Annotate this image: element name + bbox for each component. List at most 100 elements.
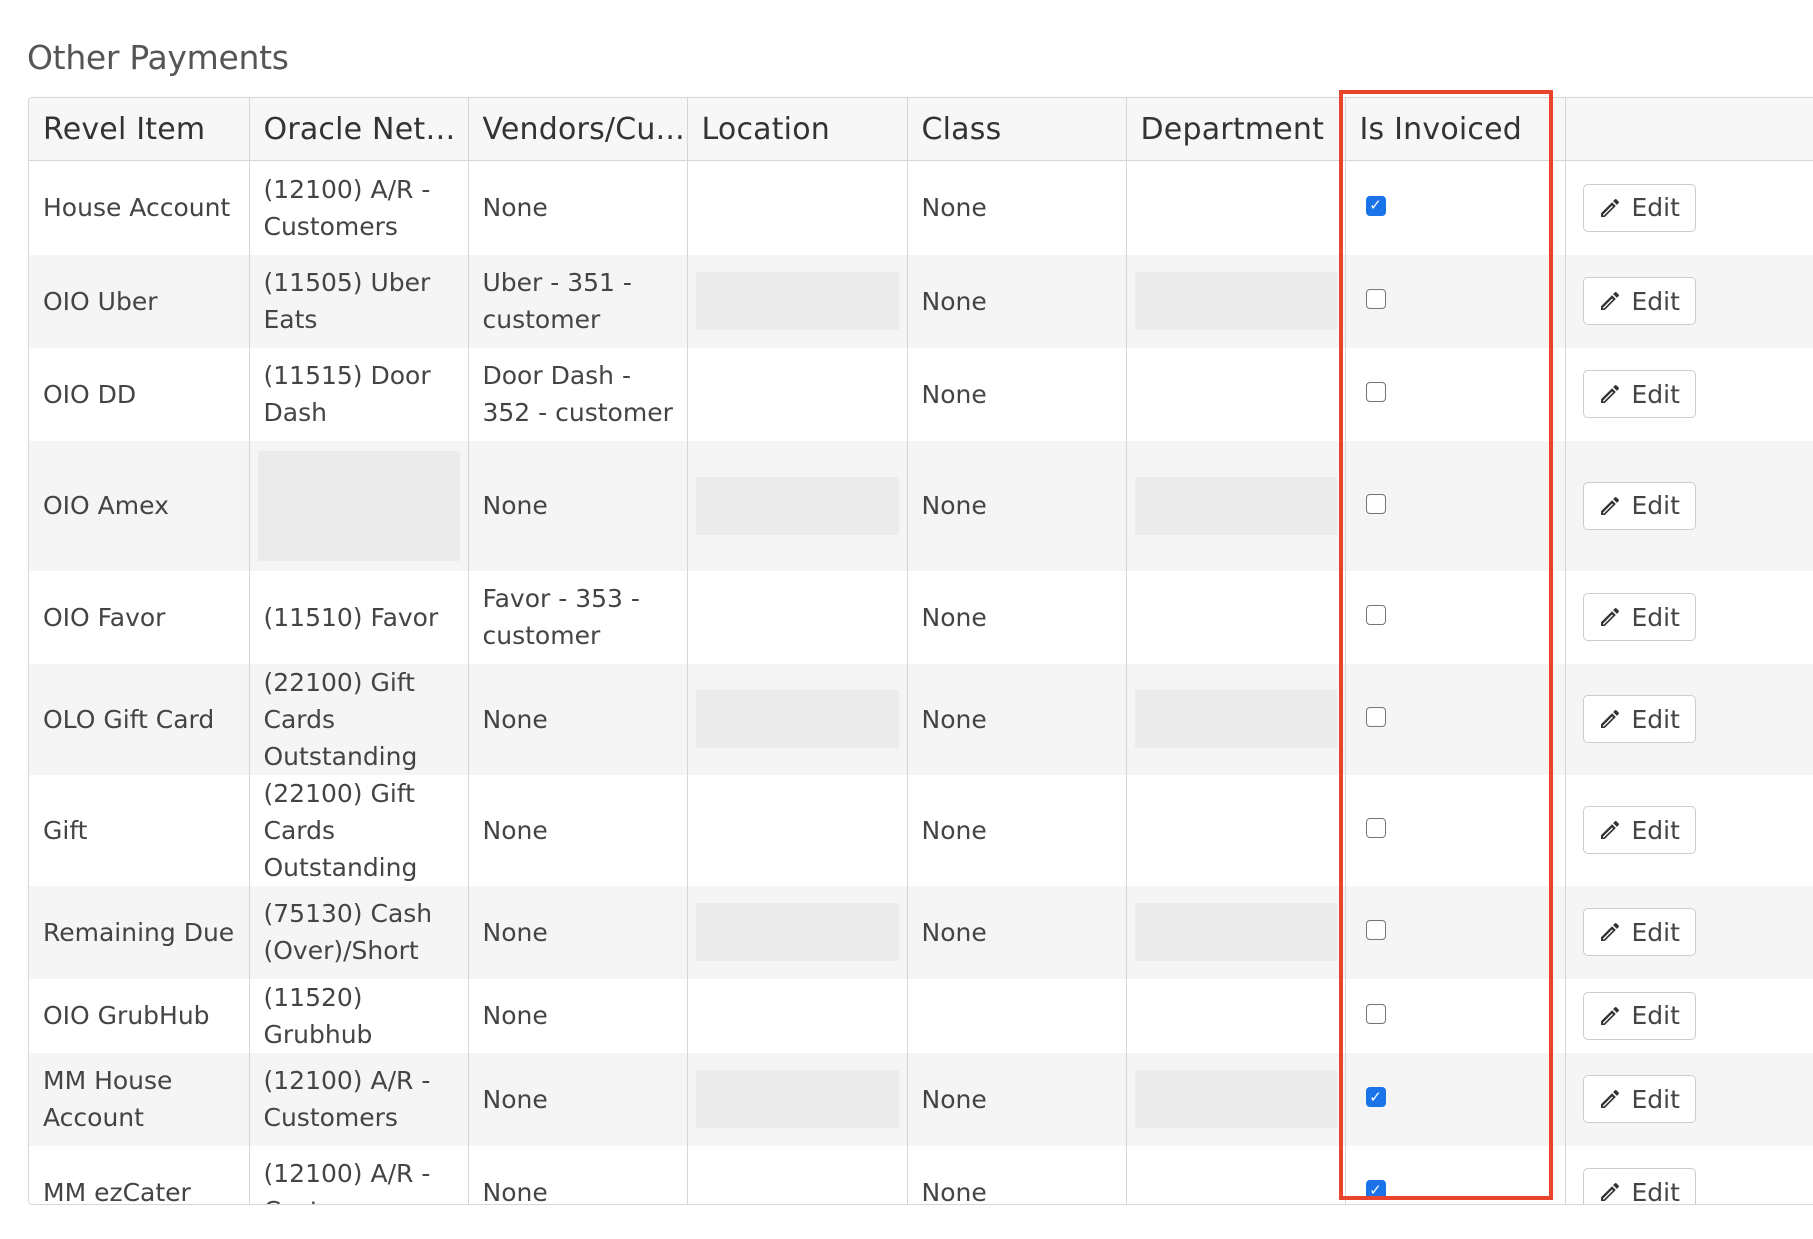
cell-actions: Edit bbox=[1565, 885, 1813, 979]
edit-button-label: Edit bbox=[1631, 815, 1680, 845]
cell-is-invoiced: ✓ bbox=[1345, 570, 1566, 664]
edit-button[interactable]: Edit bbox=[1582, 481, 1696, 530]
column-header-vendors-customers[interactable]: Vendors/Cu... bbox=[468, 98, 688, 161]
cell-class: None bbox=[907, 440, 1127, 571]
section-title: Other Payments bbox=[27, 38, 289, 77]
table-row: OLO Gift Card (22100) Gift Cards Outstand… bbox=[29, 663, 1813, 775]
pencil-icon bbox=[1600, 1089, 1619, 1108]
table-row: OIO Favor (11510) Favor Favor - 353 - cust… bbox=[29, 570, 1813, 664]
edit-button-label: Edit bbox=[1631, 491, 1680, 520]
is-invoiced-checkbox[interactable]: ✓ bbox=[1365, 707, 1386, 727]
loading-placeholder bbox=[695, 690, 899, 748]
cell-department bbox=[1126, 160, 1346, 255]
loading-placeholder bbox=[1134, 903, 1337, 961]
pencil-icon bbox=[1600, 922, 1619, 941]
cell-oracle-account: (11520) Grubhub bbox=[249, 978, 469, 1053]
cell-department bbox=[1126, 1052, 1346, 1146]
is-invoiced-checkbox[interactable]: ✓ bbox=[1365, 605, 1386, 625]
edit-button-label: Edit bbox=[1631, 704, 1680, 734]
is-invoiced-checkbox[interactable]: ✓ bbox=[1365, 382, 1386, 402]
cell-oracle-account: (12100) A/R - Customers bbox=[249, 160, 469, 255]
cell-department bbox=[1126, 663, 1346, 775]
is-invoiced-checkbox[interactable]: ✓ bbox=[1365, 818, 1386, 838]
pencil-icon bbox=[1600, 1182, 1619, 1201]
column-header-revel-item[interactable]: Revel Item bbox=[29, 98, 250, 161]
checkmark-icon: ✓ bbox=[1369, 196, 1382, 215]
cell-class bbox=[907, 978, 1127, 1053]
cell-is-invoiced: ✓ bbox=[1345, 254, 1566, 348]
is-invoiced-checkbox[interactable]: ✓ bbox=[1365, 1087, 1386, 1107]
cell-class: None bbox=[907, 160, 1127, 255]
edit-button[interactable]: Edit bbox=[1582, 1075, 1696, 1123]
edit-button[interactable]: Edit bbox=[1582, 991, 1696, 1040]
cell-vendor: Uber - 351 - customer bbox=[468, 254, 688, 348]
loading-placeholder bbox=[695, 476, 899, 535]
cell-revel-item: Remaining Due bbox=[29, 885, 250, 979]
cell-location bbox=[687, 885, 908, 979]
cell-is-invoiced: ✓ bbox=[1345, 663, 1566, 775]
edit-button[interactable]: Edit bbox=[1582, 183, 1696, 232]
edit-button[interactable]: Edit bbox=[1582, 277, 1696, 325]
cell-revel-item: OIO DD bbox=[29, 347, 250, 441]
pencil-icon bbox=[1600, 291, 1619, 310]
cell-location bbox=[687, 1052, 908, 1146]
cell-actions: Edit bbox=[1565, 663, 1813, 775]
cell-oracle-account: (22100) Gift Cards Outstanding bbox=[249, 774, 469, 886]
cell-is-invoiced: ✓ bbox=[1345, 347, 1566, 441]
edit-button[interactable]: Edit bbox=[1582, 593, 1696, 641]
cell-revel-item: Gift bbox=[29, 774, 250, 886]
column-header-oracle-netsuite[interactable]: Oracle NetS... bbox=[249, 98, 469, 161]
is-invoiced-checkbox[interactable]: ✓ bbox=[1365, 493, 1386, 514]
cell-location bbox=[687, 160, 908, 255]
table-row: OIO Uber (11505) Uber Eats Uber - 351 - cu… bbox=[29, 254, 1813, 348]
table-row: OIO DD (11515) Door Dash Door Dash - 352 -… bbox=[29, 347, 1813, 441]
edit-button[interactable]: Edit bbox=[1582, 695, 1696, 743]
is-invoiced-checkbox[interactable]: ✓ bbox=[1365, 1003, 1386, 1024]
edit-button-label: Edit bbox=[1631, 193, 1680, 223]
edit-button[interactable]: Edit bbox=[1582, 806, 1696, 854]
cell-department bbox=[1126, 885, 1346, 979]
edit-button[interactable]: Edit bbox=[1582, 370, 1696, 418]
cell-class: None bbox=[907, 774, 1127, 886]
cell-department bbox=[1126, 440, 1346, 571]
other-payments-table: Revel Item Oracle NetS... Vendors/Cu... … bbox=[28, 97, 1813, 1205]
cell-class: None bbox=[907, 570, 1127, 664]
is-invoiced-checkbox[interactable]: ✓ bbox=[1365, 195, 1386, 216]
edit-button-label: Edit bbox=[1631, 1001, 1680, 1030]
cell-revel-item: OLO Gift Card bbox=[29, 663, 250, 775]
cell-oracle-account: (75130) Cash (Over)/Short bbox=[249, 885, 469, 979]
loading-placeholder bbox=[695, 272, 899, 330]
column-header-location[interactable]: Location bbox=[687, 98, 908, 161]
edit-button[interactable]: Edit bbox=[1582, 1168, 1696, 1205]
cell-actions: Edit bbox=[1565, 1052, 1813, 1146]
cell-revel-item: OIO GrubHub bbox=[29, 978, 250, 1053]
cell-revel-item: OIO Favor bbox=[29, 570, 250, 664]
cell-department bbox=[1126, 570, 1346, 664]
cell-location bbox=[687, 347, 908, 441]
is-invoiced-checkbox[interactable]: ✓ bbox=[1365, 289, 1386, 309]
cell-actions: Edit bbox=[1565, 440, 1813, 571]
loading-placeholder bbox=[1134, 476, 1337, 535]
cell-is-invoiced: ✓ bbox=[1345, 978, 1566, 1053]
edit-button[interactable]: Edit bbox=[1582, 908, 1696, 956]
cell-location bbox=[687, 440, 908, 571]
table-row: OIO GrubHub(11520) GrubhubNone ✓ Edit bbox=[29, 978, 1813, 1053]
is-invoiced-checkbox[interactable]: ✓ bbox=[1365, 1180, 1386, 1200]
is-invoiced-checkbox[interactable]: ✓ bbox=[1365, 920, 1386, 940]
column-header-class[interactable]: Class bbox=[907, 98, 1127, 161]
cell-is-invoiced: ✓ bbox=[1345, 774, 1566, 886]
cell-location bbox=[687, 663, 908, 775]
column-header-is-invoiced[interactable]: Is Invoiced bbox=[1345, 98, 1566, 161]
loading-placeholder bbox=[695, 1070, 899, 1128]
column-header-department[interactable]: Department bbox=[1126, 98, 1346, 161]
cell-location bbox=[687, 254, 908, 348]
table-row: House Account (12100) A/R - Customers None… bbox=[29, 160, 1813, 255]
loading-placeholder bbox=[1134, 690, 1337, 748]
edit-button-label: Edit bbox=[1631, 1177, 1680, 1205]
cell-revel-item: House Account bbox=[29, 160, 250, 255]
cell-is-invoiced: ✓ bbox=[1345, 1052, 1566, 1146]
cell-class: None bbox=[907, 347, 1127, 441]
edit-button-label: Edit bbox=[1631, 917, 1680, 947]
loading-placeholder bbox=[257, 450, 460, 561]
table-row: MM House Account (12100) A/R - Customers N… bbox=[29, 1052, 1813, 1146]
